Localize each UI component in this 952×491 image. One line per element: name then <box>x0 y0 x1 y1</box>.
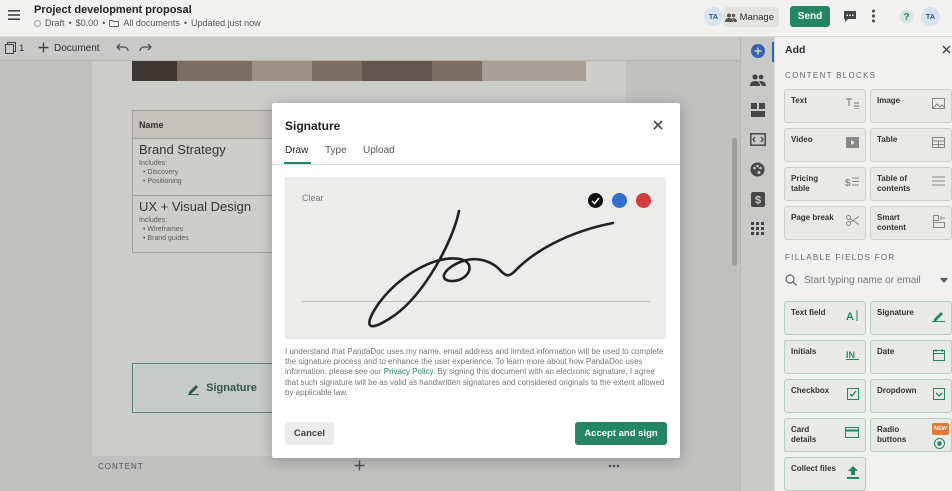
field-collect-files[interactable]: Collect files <box>784 457 866 491</box>
upload-icon <box>847 466 859 479</box>
field-checkbox[interactable]: Checkbox <box>784 379 866 413</box>
field-radio-buttons[interactable]: Radio buttons NEW <box>870 418 952 452</box>
panel-title: Add <box>785 44 806 56</box>
block-table[interactable]: Table <box>870 128 952 162</box>
help-icon[interactable]: ? <box>899 9 914 24</box>
avatar[interactable]: TA <box>704 7 723 26</box>
close-icon[interactable] <box>653 120 663 130</box>
tabs-divider <box>272 164 680 165</box>
pricing-table-icon: $ <box>845 176 859 187</box>
privacy-policy-link[interactable]: Privacy Policy <box>384 367 433 376</box>
scissors-icon <box>846 215 859 226</box>
close-panel-icon[interactable] <box>942 45 951 54</box>
block-smart-content[interactable]: Smart content <box>870 206 952 240</box>
dialog-title: Signature <box>285 119 341 133</box>
block-text[interactable]: Text <box>784 89 866 123</box>
block-page-break[interactable]: Page break <box>784 206 866 240</box>
signature-draw-canvas[interactable]: Clear <box>285 177 666 339</box>
top-bar: Project development proposal Draft • $0.… <box>0 0 952 37</box>
svg-text:A: A <box>846 311 854 321</box>
text-field-icon: A <box>846 310 859 321</box>
tab-upload[interactable]: Upload <box>363 145 395 156</box>
more-options-icon[interactable] <box>871 9 876 23</box>
manage-button[interactable]: Manage <box>723 7 779 27</box>
document-price: $0.00 <box>75 18 99 28</box>
credit-card-icon <box>845 427 859 438</box>
folder-link[interactable]: All documents <box>123 18 180 28</box>
content-blocks-label: CONTENT BLOCKS <box>785 71 877 80</box>
signature-dialog: Signature Draw Type Upload Clear I under… <box>272 103 680 458</box>
table-icon <box>932 137 945 148</box>
fillable-fields-label: FILLABLE FIELDS FOR <box>785 253 896 262</box>
field-text[interactable]: Text field A <box>784 301 866 335</box>
tab-draw[interactable]: Draw <box>285 145 308 156</box>
radio-icon <box>934 438 945 449</box>
manage-label: Manage <box>739 11 774 23</box>
legal-disclaimer: I understand that PandaDoc uses my name,… <box>285 347 665 397</box>
search-placeholder: Start typing name or email <box>804 275 921 286</box>
hamburger-menu-icon[interactable] <box>8 10 20 20</box>
status-dot-icon <box>34 19 41 27</box>
updated-status: Updated just now <box>191 18 261 28</box>
cancel-button[interactable]: Cancel <box>285 422 334 445</box>
recipient-search-input[interactable]: Start typing name or email <box>785 273 949 289</box>
comment-icon[interactable] <box>843 10 857 23</box>
add-panel: Add CONTENT BLOCKS Text Image Video Tabl… <box>774 37 952 491</box>
table-of-contents-icon <box>932 176 945 186</box>
video-icon <box>846 137 859 148</box>
field-date[interactable]: Date <box>870 340 952 374</box>
signature-pen-icon <box>932 310 945 322</box>
svg-text:?: ? <box>903 12 909 23</box>
dropdown-icon <box>933 388 945 400</box>
checkbox-icon <box>847 388 859 400</box>
field-signature[interactable]: Signature <box>870 301 952 335</box>
field-dropdown[interactable]: Dropdown <box>870 379 952 413</box>
document-meta: Draft • $0.00 • All documents • Updated … <box>34 18 261 28</box>
calendar-icon <box>933 349 945 361</box>
tab-type[interactable]: Type <box>325 145 347 156</box>
smart-content-icon <box>933 215 945 228</box>
svg-text:$: $ <box>845 178 851 187</box>
send-button[interactable]: Send <box>790 6 830 27</box>
active-tab-indicator <box>284 162 311 164</box>
text-icon <box>846 98 859 109</box>
block-pricing-table[interactable]: Pricing table $ <box>784 167 866 201</box>
folder-icon <box>109 19 120 27</box>
status-badge: Draft <box>45 18 65 28</box>
block-image[interactable]: Image <box>870 89 952 123</box>
new-badge: NEW <box>932 423 949 435</box>
field-card-details[interactable]: Card details <box>784 418 866 452</box>
svg-text:IN: IN <box>846 350 855 360</box>
user-avatar[interactable]: TA <box>921 7 940 26</box>
document-title[interactable]: Project development proposal <box>34 4 192 16</box>
image-icon <box>932 98 945 109</box>
initials-icon: IN <box>846 349 859 360</box>
field-initials[interactable]: Initials IN <box>784 340 866 374</box>
chevron-down-icon[interactable] <box>940 278 948 283</box>
block-table-of-contents[interactable]: Table of contents <box>870 167 952 201</box>
accept-and-sign-button[interactable]: Accept and sign <box>575 422 667 445</box>
people-icon <box>724 13 737 22</box>
block-video[interactable]: Video <box>784 128 866 162</box>
search-icon <box>785 274 797 286</box>
drawn-signature <box>368 209 615 328</box>
